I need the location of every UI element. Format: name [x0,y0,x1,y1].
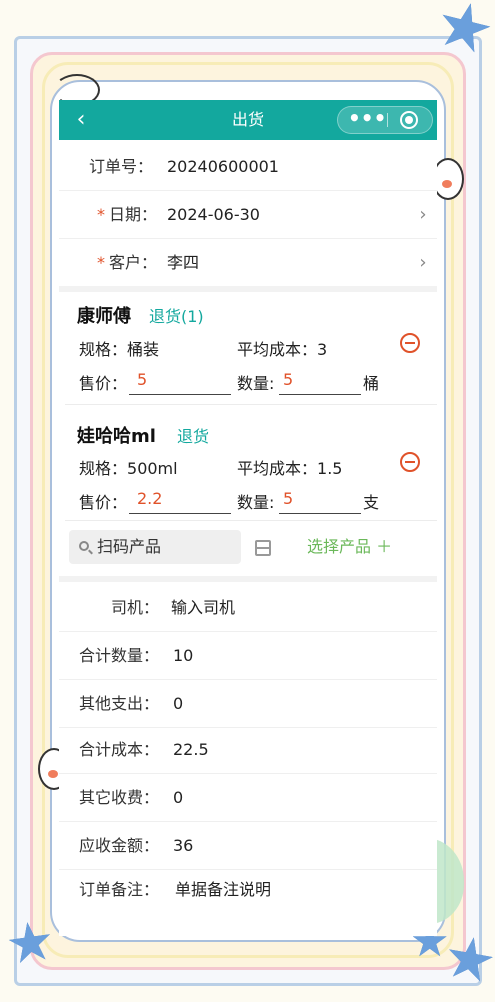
receivable-value: 36 [173,836,194,855]
total-quantity-row: 合计数量： 10 [59,632,437,680]
price-label: 售价： [79,493,128,512]
product-name: 娃哈哈ml [77,426,156,447]
return-link[interactable]: 退货(1) [149,303,204,327]
required-mark: * [97,253,105,272]
receivable-label: 应收金额： [79,836,160,855]
date-row[interactable]: * 日期： 2024-06-30 › [59,191,437,239]
chevron-right-icon: › [419,204,427,225]
scan-product-placeholder: 扫码产品 [97,537,162,556]
remark-input[interactable]: 单据备注说明 [175,866,271,914]
total-quantity-label: 合计数量： [79,646,160,665]
star-icon: ★ [438,921,495,997]
price-label: 售价： [79,374,128,393]
customer-value: 李四 [167,253,200,272]
section-gap [59,286,437,292]
receivable-row: 应收金额： 36 [59,822,437,870]
order-number-label: 订单号： [89,157,154,176]
scan-icon[interactable] [255,540,271,556]
capsule-divider [387,113,388,127]
quantity-input-underline [279,394,361,395]
product-avg-cost: 平均成本：1.5 [237,455,342,479]
avg-cost-value: 3 [317,340,328,359]
select-product-button[interactable]: 选择产品 ＋ [307,530,392,564]
spec-value: 桶装 [127,340,160,359]
price-input-underline [129,513,231,514]
other-expense-row: 其他支出： 0 [59,680,437,728]
required-mark: * [97,205,105,224]
quantity-label: 数量: [237,493,275,512]
customer-label: * 客户： [97,239,157,287]
avg-cost-label: 平均成本： [237,459,318,478]
total-cost-value: 22.5 [173,740,209,759]
avg-cost-value: 1.5 [317,459,343,478]
total-cost-label: 合计成本： [79,740,160,759]
other-fee-row: 其它收费： 0 [59,774,437,822]
other-expense-input[interactable]: 0 [173,680,183,728]
other-expense-label: 其他支出： [79,694,160,713]
spec-value: 500ml [127,459,178,478]
driver-input[interactable]: 输入司机 [171,584,235,632]
spec-label: 规格： [79,459,128,478]
spec-label: 规格： [79,340,128,359]
date-label-text: 日期： [109,205,158,224]
return-link[interactable]: 退货 [177,423,209,447]
price-input[interactable]: 2.2 [137,489,162,508]
product-avg-cost: 平均成本：3 [237,336,327,360]
remove-product-icon[interactable] [400,333,420,353]
section-gap [59,576,437,582]
order-number-value: 20240600001 [167,157,279,176]
price-input[interactable]: 5 [137,370,147,389]
quantity-input[interactable]: 5 [283,489,293,508]
star-icon: ★ [427,0,495,71]
remove-product-icon[interactable] [400,452,420,472]
date-label: * 日期： [97,191,157,239]
quantity-input-underline [279,513,361,514]
date-value: 2024-06-30 [167,205,260,224]
product-name: 康师傅 [77,306,131,327]
product-spec: 规格：桶装 [79,336,159,360]
product-spec: 规格：500ml [79,455,178,479]
other-fee-input[interactable]: 0 [173,774,183,822]
chevron-right-icon: › [419,252,427,273]
product-divider [65,520,437,521]
scan-product-input[interactable]: 扫码产品 [69,530,241,564]
navbar: ‹ 出货 ••• [59,100,437,140]
driver-row: 司机： 输入司机 [59,584,437,632]
price-input-underline [129,394,231,395]
total-cost-row: 合计成本： 22.5 [59,726,437,774]
quantity-label: 数量: [237,374,275,393]
unit-label: 桶 [363,374,380,393]
customer-row[interactable]: * 客户： 李四 › [59,239,437,287]
mini-program-capsule: ••• [337,106,433,134]
unit-label: 支 [363,493,380,512]
order-number-row: 订单号： 20240600001 [59,143,437,191]
star-icon: ★ [1,907,59,978]
target-icon[interactable] [400,111,418,129]
search-icon [79,541,89,551]
driver-label: 司机： [111,598,160,617]
customer-label-text: 客户： [109,253,158,272]
product-divider [65,404,437,405]
quantity-input[interactable]: 5 [283,370,293,389]
more-dots-icon[interactable]: ••• [348,107,386,133]
total-quantity-value: 10 [173,646,194,665]
remark-row: 订单备注： 单据备注说明 [59,866,437,914]
avg-cost-label: 平均成本： [237,340,318,359]
phone-screen: ‹ 出货 ••• 订单号： 20240600001 * 日期： 2024-06-3… [59,100,437,936]
other-fee-label: 其它收费： [79,788,160,807]
remark-label: 订单备注： [79,880,160,899]
